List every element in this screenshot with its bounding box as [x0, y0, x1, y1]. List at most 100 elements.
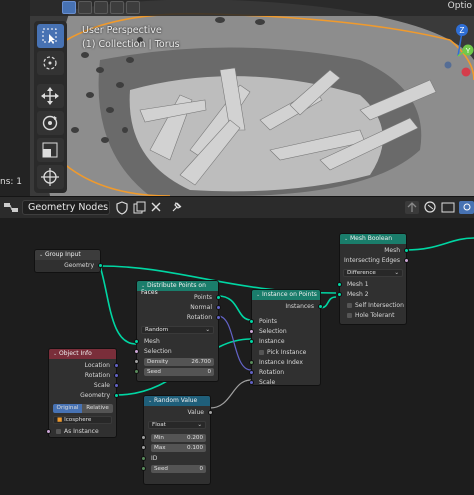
- instance-out-instances: Instances: [285, 303, 314, 310]
- object-location-socket[interactable]: [114, 363, 119, 368]
- node-editor-icon[interactable]: [2, 200, 20, 215]
- distribute-selection-socket[interactable]: [134, 349, 139, 354]
- min-socket[interactable]: [141, 435, 146, 440]
- select-mode-button[interactable]: [62, 1, 76, 14]
- instances-out-socket[interactable]: [318, 304, 323, 309]
- options-menu[interactable]: Optio: [448, 1, 472, 11]
- distribute-normal-socket[interactable]: [216, 305, 221, 310]
- link-rotation: [217, 315, 252, 371]
- pick-instance-check[interactable]: [259, 350, 264, 355]
- transform-tool[interactable]: [37, 165, 64, 189]
- distribute-out-rotation: Rotation: [186, 314, 212, 321]
- instance-scale-socket[interactable]: [249, 380, 254, 385]
- gizmo-neg-z[interactable]: [444, 61, 452, 69]
- move-tool[interactable]: [37, 84, 64, 108]
- close-icon[interactable]: [148, 200, 164, 215]
- navigation-gizmo[interactable]: Z Y: [428, 20, 474, 80]
- as-instance-check[interactable]: [56, 429, 61, 434]
- as-instance-socket[interactable]: [46, 429, 51, 434]
- distribute-mode-dropdown[interactable]: Random ⌄: [141, 326, 214, 334]
- hole-tolerant-checkbox[interactable]: Hole Tolerant: [340, 311, 406, 320]
- distribute-out-normal: Normal: [190, 304, 212, 311]
- arrow-up-icon[interactable]: [404, 200, 420, 215]
- max-field[interactable]: Max 0.100: [151, 444, 206, 452]
- hole-tolerant-check[interactable]: [347, 313, 352, 318]
- instance-points-socket[interactable]: [249, 319, 254, 324]
- boolean-operation-dropdown[interactable]: Difference ⌄: [343, 269, 403, 277]
- boolean-out-mesh: Mesh: [384, 247, 400, 254]
- distribute-points-node[interactable]: ⌄ Distribute Points on Faces Points Norma…: [134, 280, 221, 382]
- tab-original[interactable]: Original: [53, 404, 82, 413]
- instance-rotation-label: Rotation: [259, 369, 285, 376]
- boolean-intersecting-socket[interactable]: [404, 258, 409, 263]
- instance-rotation-socket[interactable]: [249, 370, 254, 375]
- select-box-tool[interactable]: [37, 24, 64, 48]
- distribute-mesh-socket[interactable]: [134, 339, 139, 344]
- instance-scale-label: Scale: [259, 379, 276, 386]
- object-scale-socket[interactable]: [114, 383, 119, 388]
- seed-field[interactable]: Seed 0: [144, 368, 214, 376]
- self-intersection-check[interactable]: [347, 303, 352, 308]
- select-extend-button[interactable]: [78, 1, 92, 14]
- scale-icon: [42, 142, 58, 158]
- random-seed-field[interactable]: Seed 0: [151, 465, 206, 473]
- object-geometry-socket[interactable]: [114, 393, 119, 398]
- transform-icon: [41, 168, 59, 186]
- object-info-title: Object Info: [59, 350, 92, 357]
- random-value-node[interactable]: ⌄ Random Value Value Float ⌄ Min 0.200 Max 0…: [141, 395, 213, 485]
- density-field[interactable]: Density 26.700: [144, 358, 214, 366]
- cursor-tool[interactable]: [37, 51, 64, 75]
- tab-relative[interactable]: Relative: [82, 404, 113, 413]
- select-subtract-button[interactable]: [94, 1, 108, 14]
- boolean-mesh-out-socket[interactable]: [404, 248, 409, 253]
- boolean-mesh2-socket[interactable]: [337, 292, 342, 297]
- max-socket[interactable]: [141, 445, 146, 450]
- pick-instance-checkbox[interactable]: Pick Instance: [252, 348, 320, 357]
- object-rotation-label: Rotation: [84, 372, 110, 379]
- view-icon[interactable]: [458, 200, 474, 215]
- seed-socket[interactable]: [134, 369, 139, 374]
- boolean-mesh2-label: Mesh 2: [347, 291, 369, 298]
- group-input-node[interactable]: ⌄ Group Input Geometry: [34, 249, 103, 273]
- distribute-selection-label: Selection: [144, 348, 172, 355]
- instance-instance-socket[interactable]: [249, 339, 254, 344]
- copy-icon[interactable]: [131, 200, 147, 215]
- overlay-icon[interactable]: [440, 200, 456, 215]
- instance-selection-socket[interactable]: [249, 329, 254, 334]
- group-input-geometry-socket[interactable]: [98, 263, 103, 268]
- select-invert-button[interactable]: [110, 1, 124, 14]
- pin-icon[interactable]: [168, 200, 184, 215]
- instance-on-points-node[interactable]: ⌄ Instance on Points Instances Points Sel…: [249, 289, 323, 386]
- random-type-dropdown[interactable]: Float ⌄: [148, 421, 206, 429]
- density-socket[interactable]: [134, 359, 139, 364]
- random-id-socket[interactable]: [141, 456, 146, 461]
- node-canvas[interactable]: ⌄ Group Input Geometry ⌄ Distribute Points…: [0, 218, 474, 495]
- distribute-rotation-socket[interactable]: [216, 315, 221, 320]
- rotate-tool[interactable]: [37, 111, 64, 135]
- group-input-geometry-label: Geometry: [64, 262, 94, 269]
- object-info-node[interactable]: ⌄ Object Info Location Rotation Scale Geo…: [46, 348, 119, 438]
- instance-title: Instance on Points: [262, 291, 317, 298]
- shield-icon[interactable]: [114, 200, 130, 215]
- self-intersection-checkbox[interactable]: Self Intersection: [340, 301, 406, 310]
- mesh-boolean-node[interactable]: ⌄ Mesh Boolean Mesh Intersecting Edges Di…: [337, 233, 409, 325]
- select-intersect-button[interactable]: [126, 1, 140, 14]
- gizmo-x-axis[interactable]: [461, 67, 471, 77]
- random-seed-socket[interactable]: [141, 466, 146, 471]
- boolean-mesh1-label: Mesh 1: [347, 281, 369, 288]
- instance-selection-label: Selection: [259, 328, 287, 335]
- object-location-label: Location: [84, 362, 110, 369]
- random-value-out-socket[interactable]: [208, 410, 213, 415]
- object-name-value: Icosphere: [64, 417, 92, 423]
- 3d-viewport[interactable]: ns: 1 Optio User Perspective (1) Collect…: [0, 0, 474, 196]
- object-rotation-socket[interactable]: [114, 373, 119, 378]
- toggle-icon[interactable]: [422, 200, 438, 215]
- min-field[interactable]: Min 0.200: [151, 434, 206, 442]
- node-tree-name-field[interactable]: Geometry Nodes: [22, 200, 110, 215]
- as-instance-checkbox[interactable]: As Instance: [49, 427, 116, 436]
- scale-tool[interactable]: [37, 138, 64, 162]
- distribute-points-socket[interactable]: [216, 295, 221, 300]
- instance-index-socket[interactable]: [249, 360, 254, 365]
- boolean-mesh1-socket[interactable]: [337, 282, 342, 287]
- object-picker[interactable]: ■ Icosphere: [53, 416, 112, 424]
